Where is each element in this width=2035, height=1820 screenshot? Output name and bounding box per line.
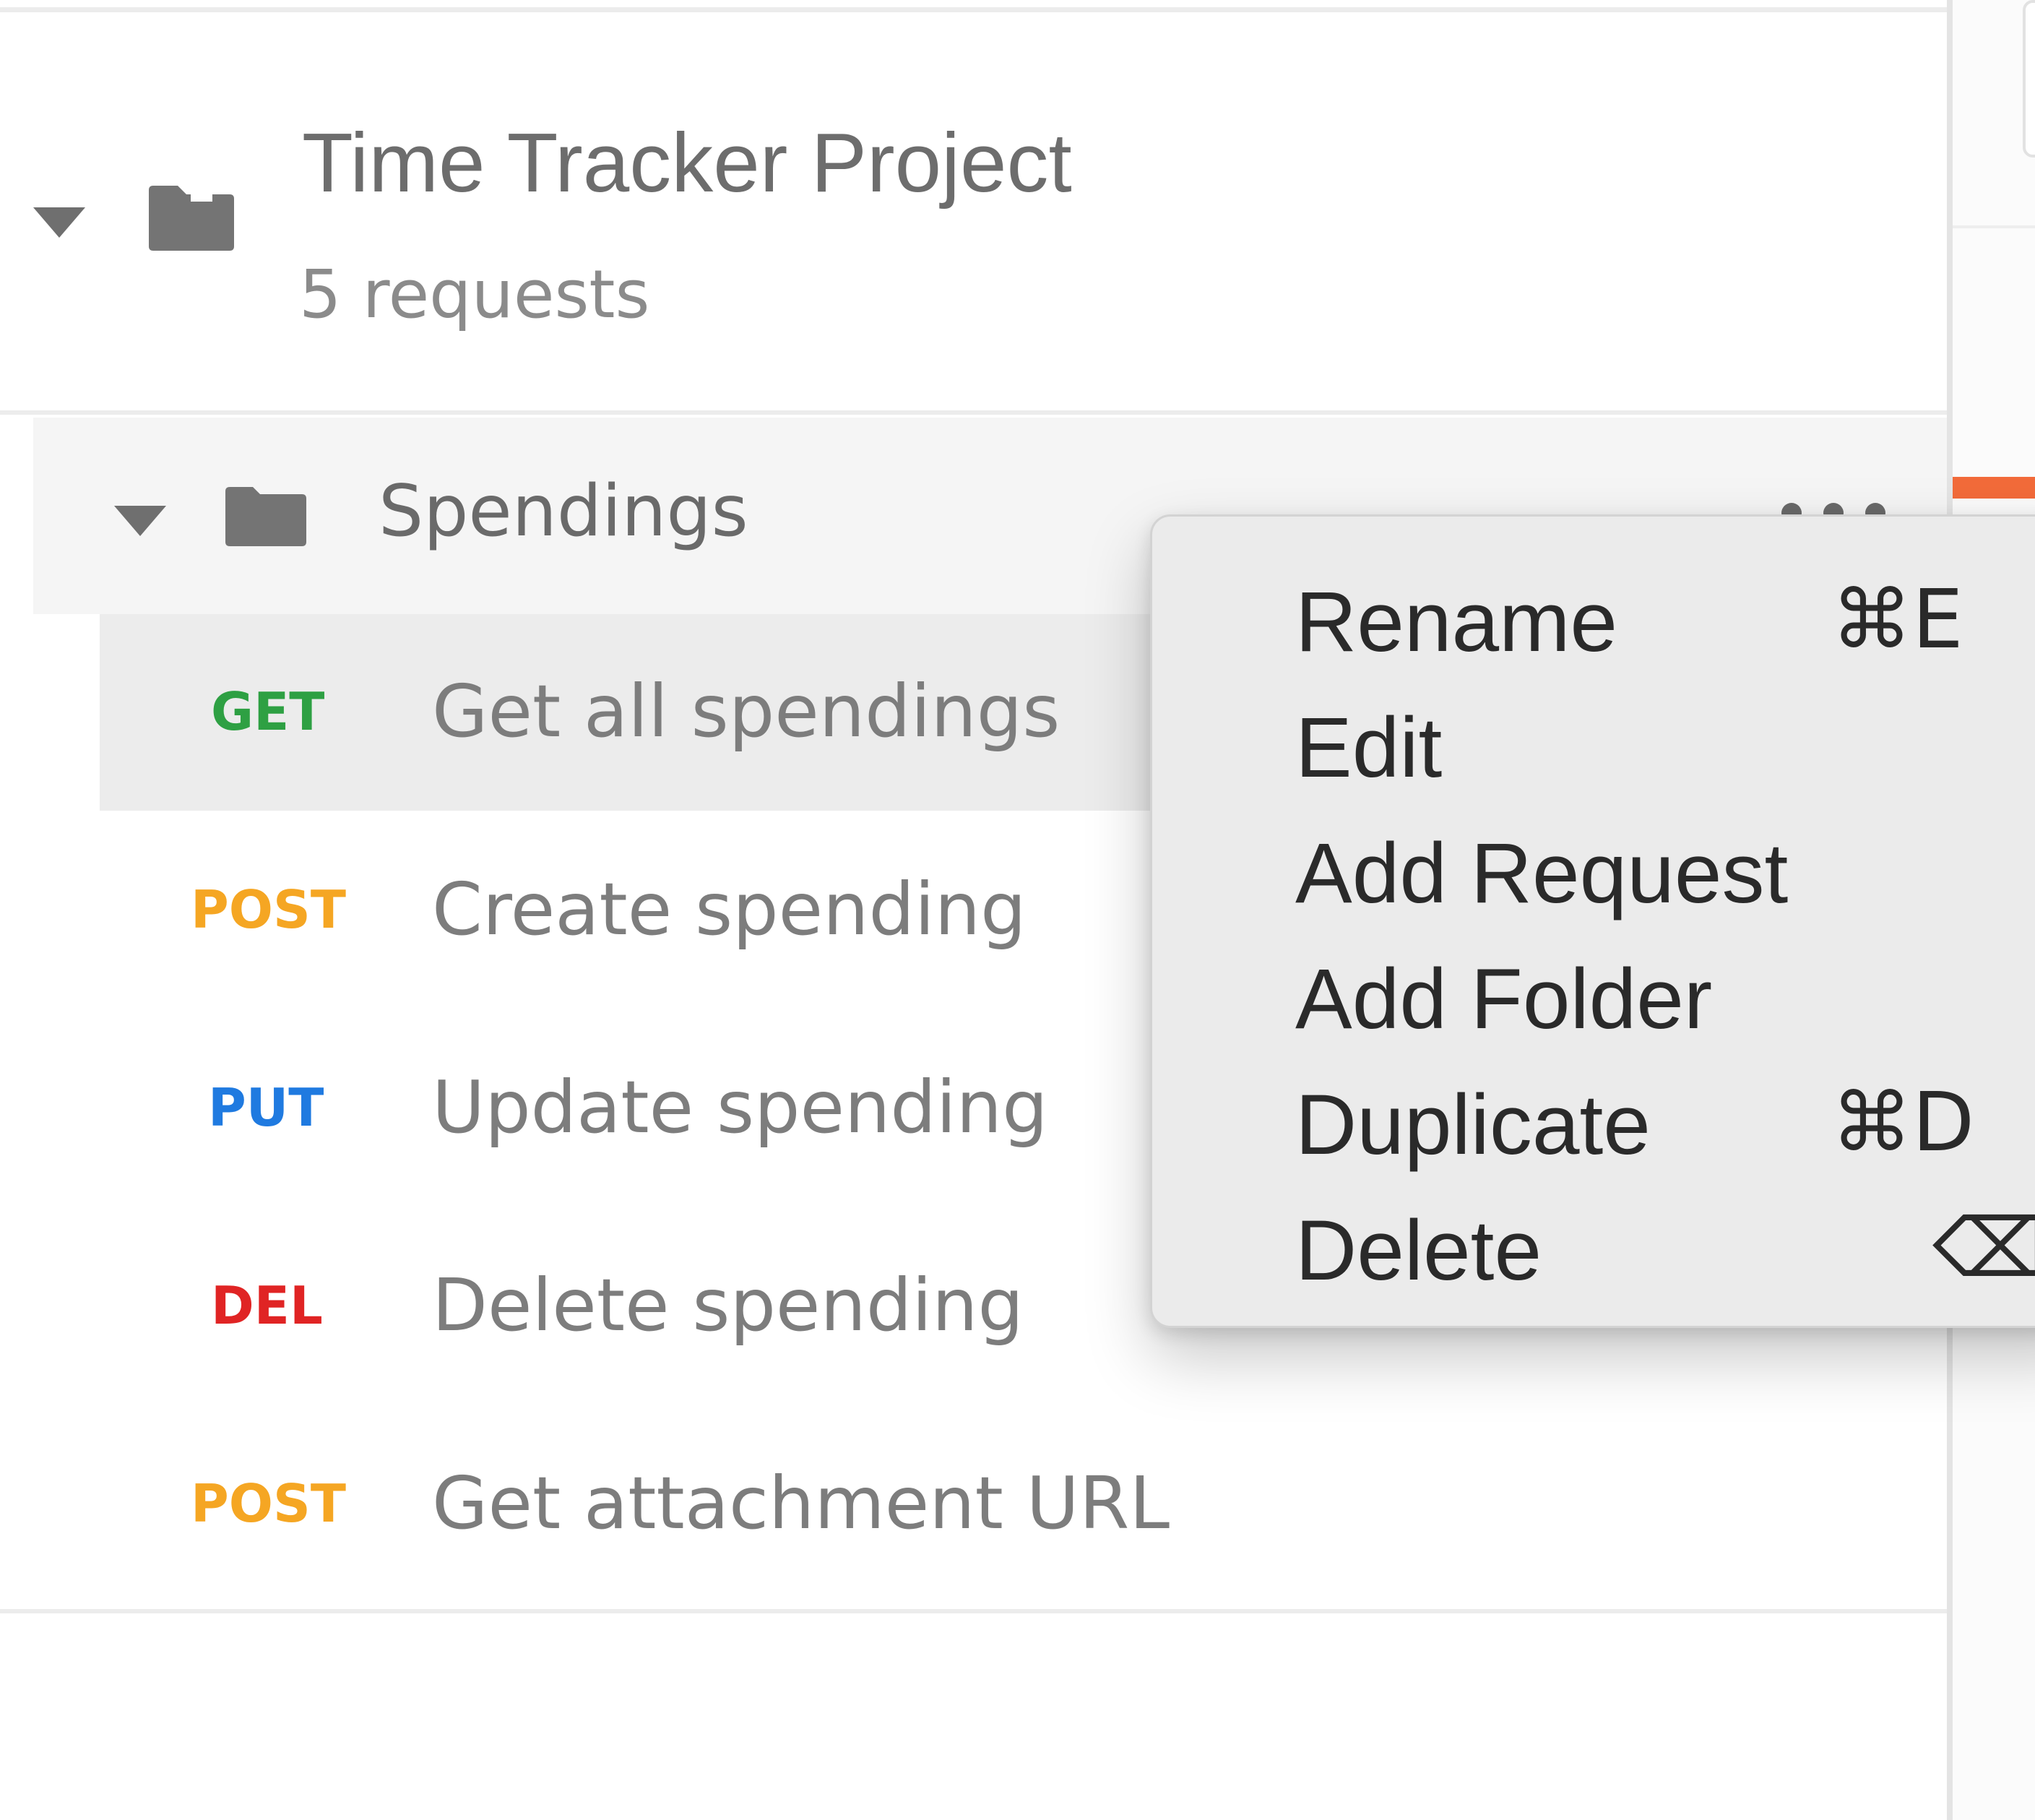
menu-item-duplicate[interactable]: Duplicate ⌘D: [1152, 1061, 2035, 1187]
menu-item-label: Rename: [1295, 574, 1618, 670]
top-divider: [0, 7, 1947, 12]
request-name: Delete spending: [432, 1263, 1024, 1347]
collection-folder-icon: [149, 186, 234, 251]
folder-collapse-caret-icon[interactable]: [114, 506, 166, 536]
collection-header[interactable]: Time Tracker Project 5 requests: [0, 12, 1947, 413]
method-badge: PUT: [208, 1077, 324, 1138]
method-badge: DEL: [211, 1275, 323, 1336]
menu-item-label: Edit: [1295, 700, 1443, 795]
method-badge: GET: [211, 681, 325, 742]
collection-divider: [0, 410, 1947, 415]
collapse-caret-icon[interactable]: [33, 207, 85, 238]
request-row[interactable]: POST Get attachment URL: [0, 1406, 1947, 1603]
main-pane-divider: [1953, 225, 2035, 228]
delete-key-icon: ⌫: [1932, 1204, 2035, 1293]
shortcut-label: ⌘D: [1831, 1076, 1975, 1170]
menu-item-add-request[interactable]: Add Request: [1152, 810, 2035, 936]
menu-item-edit[interactable]: Edit: [1152, 684, 2035, 810]
menu-item-label: Delete: [1295, 1203, 1542, 1298]
menu-item-label: Add Folder: [1295, 952, 1713, 1047]
menu-item-delete[interactable]: Delete ⌫: [1152, 1187, 2035, 1313]
menu-item-label: Add Request: [1295, 826, 1789, 921]
method-badge: POST: [191, 879, 346, 940]
postman-sidebar-screen: Time Tracker Project 5 requests Spending…: [0, 0, 2035, 1820]
request-name: Get attachment URL: [432, 1461, 1170, 1545]
menu-item-label: Duplicate: [1295, 1077, 1651, 1173]
context-menu: Rename ⌘E Edit Add Request Add Folder Du…: [1150, 514, 2035, 1328]
menu-item-add-folder[interactable]: Add Folder: [1152, 936, 2035, 1061]
folder-icon: [225, 487, 306, 546]
collection-request-count: 5 requests: [299, 256, 650, 333]
method-badge: POST: [191, 1473, 346, 1534]
request-name: Create spending: [432, 867, 1027, 952]
main-pane-card-edge: [2023, 0, 2035, 158]
request-name: Get all spendings: [432, 669, 1060, 754]
menu-item-rename[interactable]: Rename ⌘E: [1152, 558, 2035, 684]
collection-title[interactable]: Time Tracker Project: [302, 121, 1072, 204]
list-bottom-divider: [0, 1609, 1947, 1613]
active-tab-indicator: [1953, 477, 2035, 499]
folder-label: Spendings: [379, 470, 748, 553]
request-name: Update spending: [432, 1065, 1048, 1150]
shortcut-label: ⌘E: [1831, 573, 1963, 667]
